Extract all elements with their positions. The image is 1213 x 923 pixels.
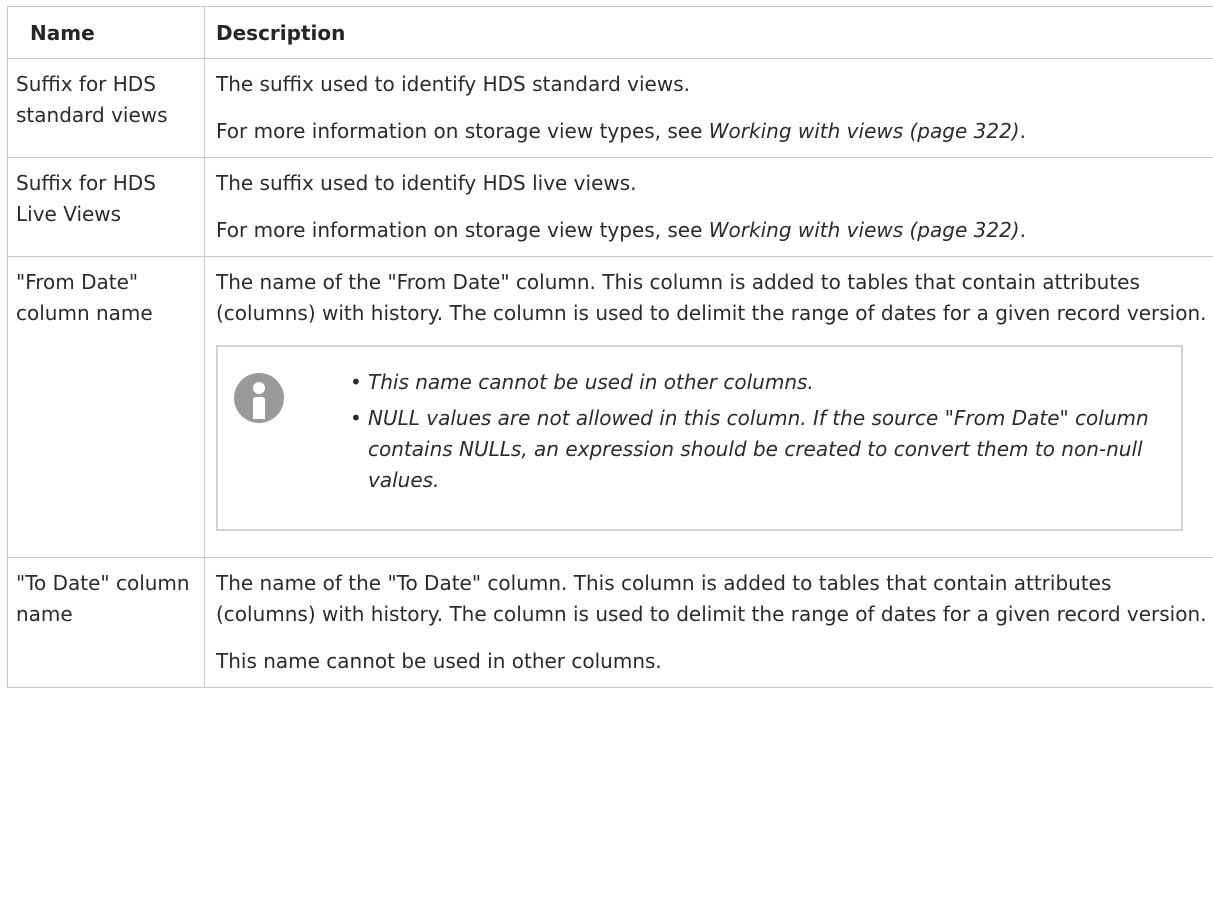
column-header-description: Description bbox=[204, 6, 1213, 59]
note-list: This name cannot be used in other column… bbox=[284, 367, 1171, 501]
setting-name: Suffix for HDS standard views bbox=[7, 58, 205, 158]
setting-description: The suffix used to identify HDS standard… bbox=[204, 58, 1213, 158]
setting-description: The name of the "From Date" column. This… bbox=[204, 256, 1213, 558]
info-icon bbox=[234, 373, 284, 423]
settings-table: Name Description Suffix for HDS standard… bbox=[7, 6, 1213, 688]
setting-name: Suffix for HDS Live Views bbox=[7, 157, 205, 257]
description-text: The name of the "To Date" column. This c… bbox=[216, 571, 1207, 626]
description-reference: For more information on storage view typ… bbox=[216, 215, 1213, 246]
setting-description: The suffix used to identify HDS live vie… bbox=[204, 157, 1213, 257]
description-reference: For more information on storage view typ… bbox=[216, 116, 1213, 147]
table-row: Suffix for HDS Live Views The suffix use… bbox=[7, 157, 1213, 257]
table-row: "From Date" column name The name of the … bbox=[7, 256, 1213, 558]
reference-link[interactable]: Working with views (page 322) bbox=[709, 218, 1020, 242]
table-row: Suffix for HDS standard views The suffix… bbox=[7, 58, 1213, 158]
description-text: The name of the "From Date" column. This… bbox=[216, 270, 1207, 325]
note-box: This name cannot be used in other column… bbox=[216, 345, 1183, 531]
description-note: This name cannot be used in other column… bbox=[216, 649, 662, 673]
description-text: The suffix used to identify HDS live vie… bbox=[216, 171, 637, 195]
header-row: Name Description bbox=[7, 6, 1213, 59]
setting-description: The name of the "To Date" column. This c… bbox=[204, 557, 1213, 688]
setting-name: "From Date" column name bbox=[7, 256, 205, 558]
reference-suffix: . bbox=[1019, 218, 1026, 242]
note-item: NULL values are not allowed in this colu… bbox=[350, 403, 1171, 496]
column-header-name: Name bbox=[7, 6, 205, 59]
reference-prefix: For more information on storage view typ… bbox=[216, 119, 709, 143]
setting-name: "To Date" column name bbox=[7, 557, 205, 688]
reference-suffix: . bbox=[1019, 119, 1026, 143]
note-item: This name cannot be used in other column… bbox=[350, 367, 1171, 398]
description-text: The suffix used to identify HDS standard… bbox=[216, 72, 690, 96]
table-row: "To Date" column name The name of the "T… bbox=[7, 557, 1213, 688]
reference-prefix: For more information on storage view typ… bbox=[216, 218, 709, 242]
reference-link[interactable]: Working with views (page 322) bbox=[709, 119, 1020, 143]
